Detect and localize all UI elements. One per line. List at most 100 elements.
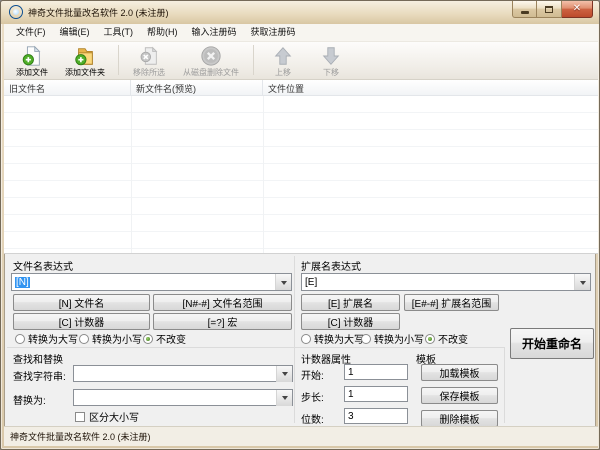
- toolbar-label: 下移: [323, 67, 339, 78]
- column-old-filename[interactable]: 旧文件名: [4, 80, 131, 95]
- delete-from-disk-icon: [199, 45, 223, 67]
- delete-template-button[interactable]: 删除模板: [421, 410, 498, 427]
- radio-label: 转换为大写: [28, 331, 78, 346]
- toolbar-separator: [253, 45, 254, 75]
- add-folder-icon: [73, 45, 97, 67]
- minimize-icon: [521, 11, 529, 14]
- extension-expression-label: 扩展名表达式: [301, 258, 361, 273]
- counter-step-label: 步长:: [301, 389, 324, 404]
- menu-tools[interactable]: 工具(T): [97, 24, 141, 41]
- radio-label: 转换为小写: [374, 331, 424, 346]
- radio-label: 不改变: [438, 331, 468, 346]
- titlebar: 神奇文件批量改名软件 2.0 (未注册) ✕: [1, 1, 599, 24]
- radio-icon: [425, 334, 435, 344]
- checkbox-icon: [75, 412, 85, 422]
- chevron-down-icon[interactable]: [275, 274, 291, 290]
- toolbar: 添加文件 添加文件夹 移除所选: [4, 42, 598, 80]
- counter-step-input[interactable]: [344, 386, 408, 402]
- toolbar-label: 添加文件夹: [65, 67, 105, 78]
- insert-extension-button[interactable]: [E] 扩展名: [301, 294, 400, 311]
- load-template-button[interactable]: 加载模板: [421, 364, 498, 381]
- statusbar: 神奇文件批量改名软件 2.0 (未注册): [4, 426, 598, 446]
- chevron-down-icon[interactable]: [574, 274, 590, 290]
- menubar: 文件(F) 编辑(E) 工具(T) 帮助(H) 输入注册码 获取注册码: [4, 24, 598, 42]
- app-window: 神奇文件批量改名软件 2.0 (未注册) ✕ 文件(F) 编辑(E) 工具(T)…: [0, 0, 600, 450]
- radio-icon: [15, 334, 25, 344]
- insert-macro-button[interactable]: [=?] 宏: [153, 313, 292, 330]
- column-new-filename[interactable]: 新文件名(预览): [131, 80, 263, 95]
- toolbar-separator: [118, 45, 119, 75]
- insert-counter-button[interactable]: [C] 计数器: [13, 313, 150, 330]
- find-replace-label: 查找和替换: [13, 351, 63, 366]
- chevron-down-icon[interactable]: [276, 390, 292, 406]
- radio-icon: [143, 334, 153, 344]
- filename-keepcase-radio[interactable]: 不改变: [143, 331, 186, 346]
- file-list[interactable]: 旧文件名 新文件名(预览) 文件位置: [4, 80, 598, 254]
- insert-extension-range-button[interactable]: [E#-#] 扩展名范围: [404, 294, 499, 311]
- file-list-body[interactable]: [4, 96, 598, 253]
- column-file-location[interactable]: 文件位置: [263, 80, 598, 95]
- add-file-icon: [20, 45, 44, 67]
- menu-help[interactable]: 帮助(H): [140, 24, 185, 41]
- window-controls: ✕: [512, 1, 593, 18]
- radio-icon: [79, 334, 89, 344]
- chevron-down-icon[interactable]: [276, 366, 292, 382]
- replace-with-combo[interactable]: [73, 389, 293, 406]
- find-string-combo[interactable]: [73, 365, 293, 382]
- move-up-icon: [271, 45, 295, 67]
- status-text: 神奇文件批量改名软件 2.0 (未注册): [10, 430, 151, 443]
- panel-divider: [504, 347, 505, 423]
- column-gridline: [263, 96, 264, 253]
- start-rename-button[interactable]: 开始重命名: [510, 328, 594, 359]
- counter-start-label: 开始:: [301, 367, 324, 382]
- extension-lowercase-radio[interactable]: 转换为小写: [361, 331, 424, 346]
- extension-keepcase-radio[interactable]: 不改变: [425, 331, 468, 346]
- counter-start-input[interactable]: [344, 364, 408, 380]
- close-button[interactable]: ✕: [562, 1, 593, 18]
- radio-icon: [361, 334, 371, 344]
- menu-file[interactable]: 文件(F): [9, 24, 53, 41]
- menu-enter-regcode[interactable]: 输入注册码: [185, 24, 244, 41]
- filename-uppercase-radio[interactable]: 转换为大写: [15, 331, 78, 346]
- close-icon: ✕: [573, 4, 581, 14]
- add-folder-button[interactable]: 添加文件夹: [57, 44, 113, 78]
- move-down-icon: [319, 45, 343, 67]
- toolbar-label: 从磁盘删除文件: [183, 67, 239, 78]
- insert-filename-button[interactable]: [N] 文件名: [13, 294, 150, 311]
- save-template-button[interactable]: 保存模板: [421, 387, 498, 404]
- filename-expression-value: [N]: [15, 277, 30, 288]
- toolbar-label: 移除所选: [133, 67, 165, 78]
- add-file-button[interactable]: 添加文件: [7, 44, 57, 78]
- remove-selected-icon: [137, 45, 161, 67]
- insert-ext-counter-button[interactable]: [C] 计数器: [301, 313, 400, 330]
- extension-uppercase-radio[interactable]: 转换为大写: [301, 331, 364, 346]
- radio-label: 转换为小写: [92, 331, 142, 346]
- find-string-label: 查找字符串:: [13, 368, 66, 383]
- app-icon: [9, 5, 23, 19]
- filename-expression-label: 文件名表达式: [13, 258, 73, 273]
- file-list-header: 旧文件名 新文件名(预览) 文件位置: [4, 80, 598, 96]
- column-gridline: [131, 96, 132, 253]
- filename-lowercase-radio[interactable]: 转换为小写: [79, 331, 142, 346]
- move-down-button[interactable]: 下移: [307, 44, 355, 78]
- radio-icon: [301, 334, 311, 344]
- move-up-button[interactable]: 上移: [259, 44, 307, 78]
- insert-filename-range-button[interactable]: [N#-#] 文件名范围: [153, 294, 292, 311]
- filename-expression-combo[interactable]: [N]: [11, 273, 292, 291]
- maximize-button[interactable]: [537, 1, 562, 18]
- menu-get-regcode[interactable]: 获取注册码: [244, 24, 303, 41]
- remove-selected-button[interactable]: 移除所选: [124, 44, 174, 78]
- minimize-button[interactable]: [512, 1, 537, 18]
- toolbar-label: 添加文件: [16, 67, 48, 78]
- radio-label: 转换为大写: [314, 331, 364, 346]
- delete-from-disk-button[interactable]: 从磁盘删除文件: [174, 44, 248, 78]
- case-sensitive-checkbox[interactable]: 区分大小写: [75, 409, 139, 424]
- extension-expression-value: [E]: [302, 277, 574, 288]
- panel-divider: [294, 256, 295, 423]
- window-title: 神奇文件批量改名软件 2.0 (未注册): [28, 6, 169, 19]
- counter-digits-input[interactable]: [344, 408, 408, 424]
- extension-expression-combo[interactable]: [E]: [301, 273, 591, 291]
- checkbox-label: 区分大小写: [89, 409, 139, 424]
- menu-edit[interactable]: 编辑(E): [53, 24, 97, 41]
- panel-divider: [7, 347, 504, 348]
